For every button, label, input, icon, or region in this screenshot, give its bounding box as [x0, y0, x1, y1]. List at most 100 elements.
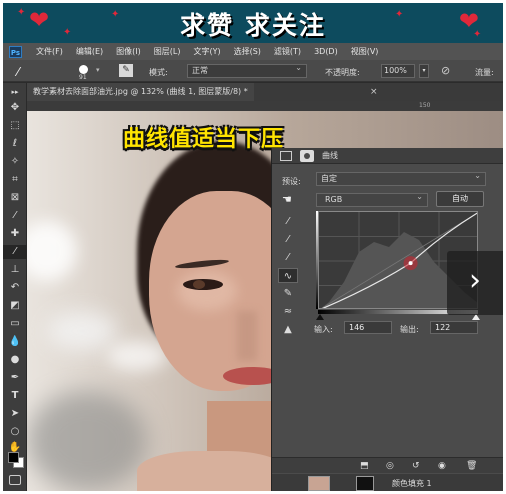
collapse-icon[interactable]: ▸▸ — [3, 85, 27, 99]
iris — [193, 280, 205, 289]
next-arrow-icon[interactable]: › — [447, 251, 503, 315]
eraser-tool-icon[interactable]: ◩ — [3, 299, 27, 313]
clip-to-layer-icon[interactable]: ⬒ — [360, 460, 369, 472]
nose-shadow — [237, 311, 257, 361]
frame-tool-icon[interactable]: ⊠ — [3, 191, 27, 205]
trash-icon[interactable]: 🗑 — [466, 460, 477, 472]
bokeh-light — [107, 341, 167, 371]
layer-name: 颜色填充 1 — [392, 479, 432, 488]
pressure-opacity-icon[interactable]: ⊘ — [441, 64, 450, 77]
preset-label: 预设: — [282, 177, 301, 186]
visibility-eye-icon[interactable]: ◉ — [438, 460, 446, 472]
mode-select[interactable]: 正常 — [187, 62, 307, 78]
black-point-eyedropper-icon[interactable]: ⁄ — [278, 214, 298, 229]
chevron-down-icon[interactable]: ▾ — [419, 64, 429, 78]
banner-title: 求赞 求关注 — [180, 11, 326, 40]
menu-type[interactable]: 文字(Y) — [193, 46, 220, 57]
menu-edit[interactable]: 编辑(E) — [76, 46, 103, 57]
output-field[interactable]: 122 — [430, 321, 478, 334]
menu-3d[interactable]: 3D(D) — [314, 47, 338, 56]
promo-banner: ❤ ✦ ✦ ✦ 求赞 求关注 ✦ ✦ ❤ — [3, 3, 503, 43]
gray-point-eyedropper-icon[interactable]: ⁄ — [278, 232, 298, 247]
healing-brush-tool-icon[interactable]: ✚ — [3, 227, 27, 241]
preset-select[interactable]: 自定 — [316, 170, 486, 186]
close-icon[interactable]: × — [370, 83, 378, 101]
options-bar: ⁄ 91 ▾ ✎ 模式: 正常 不透明度: 100% ▾ ⊘ 流量: — [3, 60, 503, 82]
foreground-color-swatch[interactable] — [8, 452, 19, 463]
quick-mask-icon[interactable] — [9, 475, 21, 485]
blur-tool-icon[interactable]: 💧 — [3, 335, 27, 349]
panel-footer: ⬒ ◎ ↺ ◉ 🗑 — [272, 457, 503, 473]
pencil-draw-icon[interactable]: ✎ — [278, 286, 298, 301]
type-tool-icon[interactable]: T — [3, 389, 27, 403]
photoshop-logo[interactable]: Ps — [9, 45, 22, 58]
view-previous-icon[interactable]: ◎ — [386, 460, 394, 472]
shoulder — [137, 451, 287, 491]
curve-control-point-core — [408, 261, 413, 266]
document-tab-bar: 教学素材去除面部油光.jpg @ 132% (曲线 1, 图层蒙版/8) * × — [27, 83, 503, 101]
gradient-tool-icon[interactable]: ▭ — [3, 317, 27, 331]
dodge-tool-icon[interactable]: ● — [3, 353, 27, 367]
curves-adjustment-icon[interactable] — [280, 151, 292, 161]
document-tab[interactable]: 教学素材去除面部油光.jpg @ 132% (曲线 1, 图层蒙版/8) * — [27, 83, 254, 101]
cheek-highlight — [177, 271, 237, 311]
menu-layer[interactable]: 图层(L) — [154, 46, 181, 57]
brush-settings-icon[interactable]: ✎ — [119, 64, 133, 77]
ellipse-tool-icon[interactable]: ○ — [3, 425, 27, 439]
channel-select[interactable]: RGB — [316, 191, 428, 207]
menu-filter[interactable]: 滤镜(T) — [274, 46, 301, 57]
auto-button[interactable]: 自动 — [436, 191, 484, 207]
menu-file[interactable]: 文件(F) — [36, 46, 63, 57]
clone-stamp-tool-icon[interactable]: ⊥ — [3, 263, 27, 277]
layer-thumbnail[interactable] — [308, 476, 330, 491]
input-label: 输入: — [314, 325, 333, 334]
menu-bar: Ps 文件(F) 编辑(E) 图像(I) 图层(L) 文字(Y) 选择(S) 滤… — [3, 43, 503, 60]
white-point-eyedropper-icon[interactable]: ⁄ — [278, 250, 298, 265]
reset-icon[interactable]: ↺ — [412, 460, 420, 472]
marquee-tool-icon[interactable]: ⬚ — [3, 119, 27, 133]
eyedropper-tool-icon[interactable]: ⁄ — [3, 209, 27, 223]
flow-label: 流量: — [475, 68, 494, 77]
panel-title: 曲线 — [322, 151, 338, 160]
crop-tool-icon[interactable]: ⌗ — [3, 173, 27, 187]
tools-panel: ▸▸ ✥ ⬚ ℓ ✧ ⌗ ⊠ ⁄ ✚ ⁄ ⊥ ↶ ◩ ▭ 💧 ● ✒ T ➤ ○… — [3, 83, 27, 491]
brush-tool-icon[interactable]: ⁄ — [17, 65, 19, 79]
brush-size: 91 — [79, 74, 87, 81]
menu-select[interactable]: 选择(S) — [234, 46, 261, 57]
opacity-input[interactable]: 100% — [381, 64, 415, 78]
chevron-down-icon[interactable]: ▾ — [96, 66, 100, 74]
output-label: 输出: — [400, 325, 419, 334]
brush-tool-icon[interactable]: ⁄ — [3, 245, 27, 259]
menu-view[interactable]: 视图(V) — [351, 46, 379, 57]
pen-tool-icon[interactable]: ✒ — [3, 371, 27, 385]
target-adjust-icon[interactable]: ☚ — [282, 193, 292, 206]
heart-icon: ❤ — [458, 7, 479, 35]
input-field[interactable]: 146 — [344, 321, 392, 334]
ruler-label: 150 — [419, 102, 431, 109]
clipping-warning-icon[interactable]: ▲ — [278, 322, 298, 337]
move-tool-icon[interactable]: ✥ — [3, 101, 27, 115]
ruler: 150 — [27, 101, 503, 111]
bokeh-light — [27, 221, 77, 281]
curves-properties-panel: 曲线 预设: 自定 ☚ RGB 自动 ⁄ ⁄ ⁄ ∿ ✎ ≈ ▲ — [271, 148, 503, 491]
layer-mask-icon[interactable] — [300, 150, 314, 162]
layer-mask-thumbnail[interactable] — [356, 476, 374, 491]
history-brush-tool-icon[interactable]: ↶ — [3, 281, 27, 295]
smooth-curve-icon[interactable]: ≈ — [278, 304, 298, 319]
panel-header: 曲线 — [272, 148, 503, 164]
screenshot-frame: ❤ ✦ ✦ ✦ 求赞 求关注 ✦ ✦ ❤ Ps 文件(F) 编辑(E) 图像(I… — [3, 3, 503, 491]
quick-select-tool-icon[interactable]: ✧ — [3, 155, 27, 169]
path-select-tool-icon[interactable]: ➤ — [3, 407, 27, 421]
black-point-slider[interactable] — [316, 314, 324, 320]
mode-label: 模式: — [149, 68, 168, 77]
video-caption: 曲线值适当下压 — [123, 126, 285, 152]
layers-strip: 颜色填充 1 — [272, 474, 503, 491]
menu-image[interactable]: 图像(I) — [116, 46, 141, 57]
bokeh-light — [47, 311, 117, 351]
sparkle-icon: ✦ — [395, 9, 404, 20]
lasso-tool-icon[interactable]: ℓ — [3, 137, 27, 151]
curve-point-tool-icon[interactable]: ∿ — [278, 268, 298, 283]
opacity-label: 不透明度: — [325, 68, 360, 77]
background-shadow — [27, 391, 147, 491]
brush-preview-icon[interactable] — [79, 65, 88, 74]
